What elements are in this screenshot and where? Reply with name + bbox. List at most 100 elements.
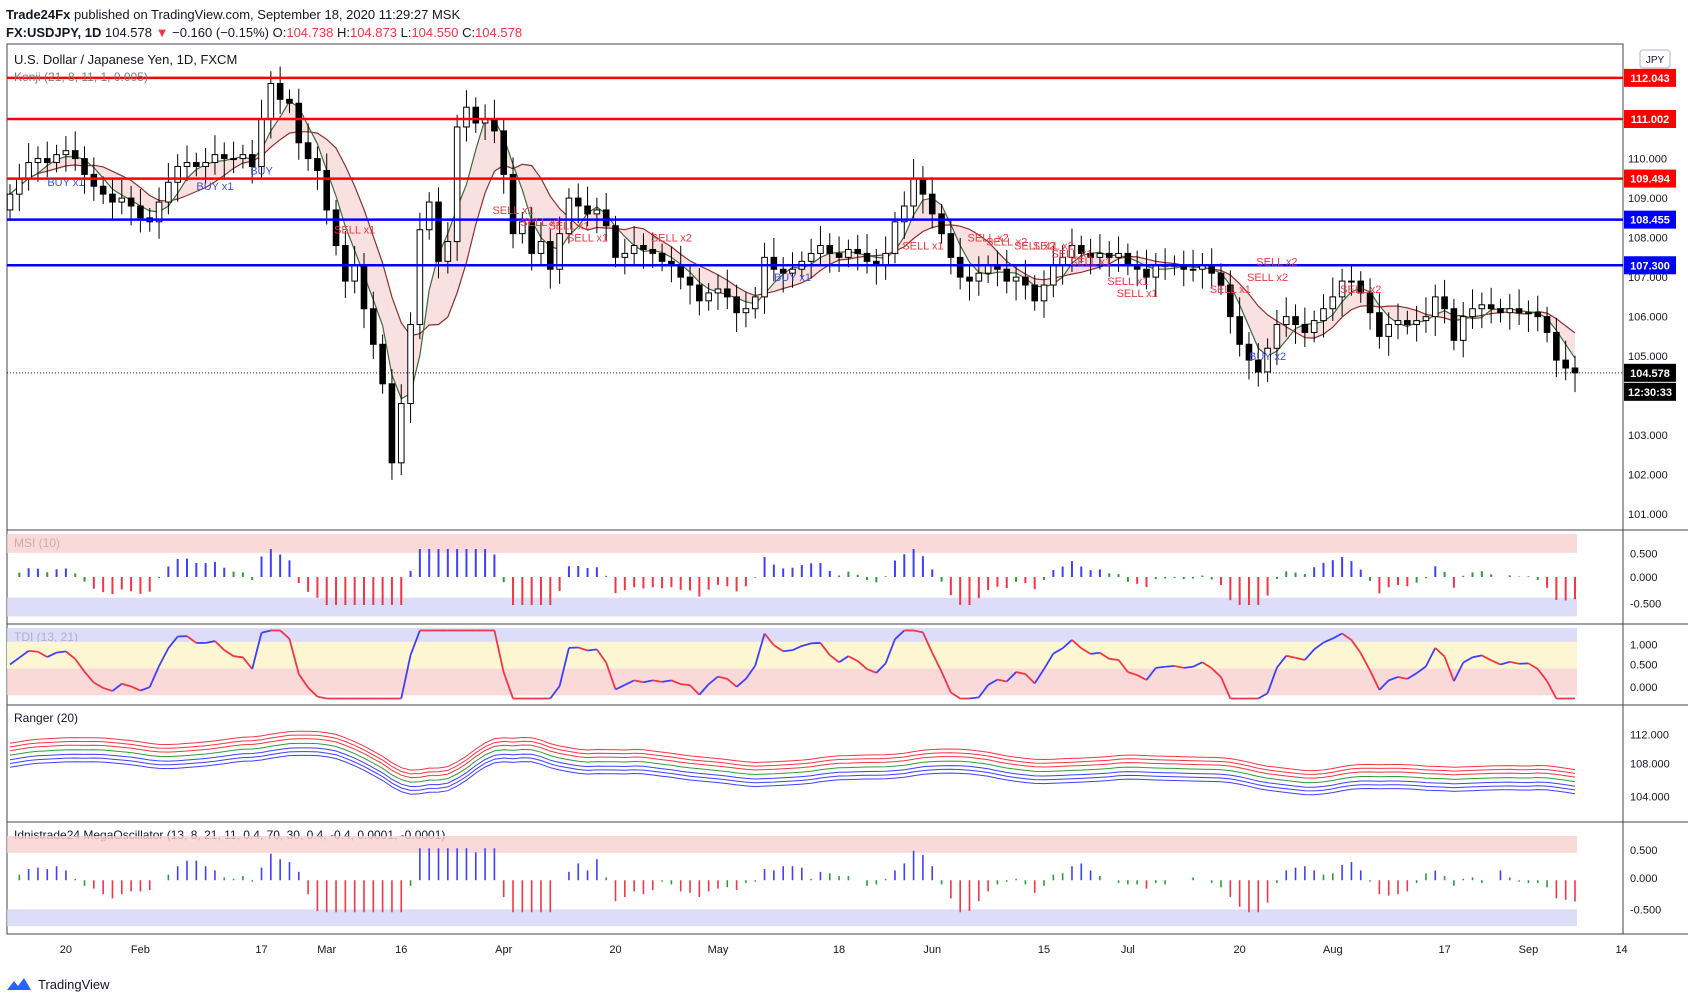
candle-body bbox=[612, 225, 619, 258]
signal-label: BUY x1 bbox=[47, 177, 84, 189]
candle-body bbox=[425, 201, 433, 231]
candle-body bbox=[1040, 284, 1048, 302]
candle-body bbox=[1515, 308, 1523, 314]
tdi-pane[interactable]: TDI (13, 21)1.0000.5000.000 bbox=[7, 628, 1688, 706]
pane-tick-label: 0.500 bbox=[1630, 660, 1658, 672]
signal-label: SELL x1 bbox=[1070, 256, 1111, 268]
tdi-line-segment bbox=[28, 649, 39, 653]
ranger-pane[interactable]: Ranger (20) 112.000 108.000 104.000 bbox=[7, 711, 1688, 823]
candle-body bbox=[733, 296, 740, 314]
ranger-line bbox=[9, 754, 1576, 796]
candle-body bbox=[397, 403, 405, 464]
pane-tick-label: 104.000 bbox=[1630, 791, 1670, 803]
candle-body bbox=[53, 154, 60, 164]
time-tick-label: 16 bbox=[395, 944, 407, 956]
signal-label: SELL x1 bbox=[1107, 276, 1148, 288]
time-tick-label: 17 bbox=[255, 944, 267, 956]
candle-body bbox=[882, 252, 889, 266]
candle-body bbox=[25, 162, 32, 179]
candle-body bbox=[239, 154, 247, 160]
signal-label: BUY x1 bbox=[774, 272, 811, 284]
time-tick-label: 17 bbox=[1438, 944, 1450, 956]
footer-brand[interactable]: TradingView bbox=[38, 977, 110, 992]
signal-label: BUY x1 bbox=[196, 181, 233, 193]
candle-body bbox=[1329, 296, 1337, 310]
kenji-fast-line bbox=[9, 100, 1576, 400]
candle-body bbox=[62, 150, 70, 156]
candle-body bbox=[556, 233, 563, 270]
candle-body bbox=[323, 169, 331, 211]
candle-body bbox=[705, 292, 712, 302]
candle-body bbox=[1413, 320, 1420, 326]
tdi-line-segment bbox=[969, 696, 979, 700]
candle-body bbox=[388, 383, 396, 464]
time-tick-label: Jul bbox=[1121, 944, 1135, 956]
pane-tick-label: 0.000 bbox=[1630, 682, 1658, 694]
candle-body bbox=[1506, 308, 1514, 314]
chart-canvas[interactable]: 112.000111.000110.000109.000108.000107.0… bbox=[0, 0, 1688, 975]
signal-label: SELL x1 bbox=[548, 221, 589, 233]
signal-label: SELL x1 bbox=[1210, 284, 1251, 296]
candle-body bbox=[276, 83, 284, 100]
tdi-line-segment bbox=[1165, 665, 1175, 668]
signal-label: SELL x2 bbox=[1256, 256, 1297, 268]
candle-body bbox=[1273, 324, 1281, 349]
candle-body bbox=[928, 193, 936, 215]
level-tag-label: 112.043 bbox=[1630, 73, 1669, 85]
candle-body bbox=[267, 83, 275, 120]
tradingview-logo-icon[interactable] bbox=[6, 976, 32, 992]
pane-tick-label: 0.000 bbox=[1630, 572, 1658, 584]
megaoscillator-pane[interactable]: Idnistrade24 MegaOscillator (13, 8, 21, … bbox=[7, 828, 1688, 935]
msi-upper-band bbox=[7, 534, 1577, 553]
candle-body bbox=[1385, 324, 1392, 337]
candle-body bbox=[81, 158, 88, 175]
candle-body bbox=[1525, 312, 1532, 315]
tdi-line-segment bbox=[1109, 657, 1119, 661]
candle-body bbox=[723, 288, 731, 298]
price-tick-label: 102.000 bbox=[1628, 470, 1668, 482]
signal-label: SELL x1 bbox=[1117, 288, 1158, 300]
time-tick-label: 20 bbox=[60, 944, 72, 956]
level-tag-label: 111.002 bbox=[1631, 114, 1670, 126]
price-tick-label: 106.000 bbox=[1628, 312, 1668, 324]
signal-label: SELL x1 bbox=[567, 233, 608, 245]
candle-body bbox=[761, 256, 768, 298]
candle-body bbox=[630, 245, 638, 254]
level-tag-label: 108.455 bbox=[1630, 215, 1670, 227]
price-tick-label: 103.000 bbox=[1628, 430, 1668, 442]
candle-body bbox=[640, 245, 647, 250]
candle-body bbox=[1553, 331, 1560, 361]
price-tick-label: 108.000 bbox=[1628, 233, 1668, 245]
candle-body bbox=[1003, 268, 1011, 282]
msi-pane[interactable]: MSI (10)0.5000.000-0.500 bbox=[7, 534, 1688, 625]
candle-body bbox=[1301, 324, 1309, 333]
candle-body bbox=[109, 193, 116, 203]
candle-body bbox=[686, 276, 694, 286]
candle-body bbox=[370, 308, 377, 345]
candle-body bbox=[1124, 252, 1132, 266]
candle-body bbox=[1441, 296, 1448, 310]
candle-body bbox=[621, 252, 629, 258]
signal-label: SELL x2 bbox=[1340, 284, 1381, 296]
candle-body bbox=[1487, 304, 1495, 310]
mega-upper-band bbox=[7, 836, 1577, 853]
main-pane[interactable]: 112.000111.000110.000109.000108.000107.0… bbox=[6, 66, 1688, 531]
tdi-line-segment bbox=[587, 648, 597, 652]
candle-body bbox=[770, 256, 778, 270]
candle-body bbox=[137, 205, 144, 219]
time-tick-label: 18 bbox=[833, 944, 845, 956]
time-axis[interactable]: 20 Feb 17 Mar 16 Apr 20 May 18 Jun 15 Jul 20 Aug 17 Sep… bbox=[60, 944, 1628, 956]
signal-label: BUY x2 bbox=[1249, 351, 1286, 363]
candle-body bbox=[416, 229, 424, 326]
candle-body bbox=[1497, 308, 1504, 314]
mega-lower-band bbox=[7, 909, 1577, 927]
kenji-indicator-label: Kenji (21, 8, 11, 1, 0.005) bbox=[14, 70, 148, 84]
candle-body bbox=[854, 248, 862, 254]
candle-body bbox=[1050, 264, 1057, 286]
candle-body bbox=[351, 264, 358, 282]
candle-body bbox=[742, 308, 750, 314]
candle-body bbox=[1376, 312, 1383, 337]
candle-body bbox=[127, 197, 135, 207]
price-tick-label: 110.000 bbox=[1628, 154, 1667, 166]
candle-body bbox=[649, 248, 657, 254]
